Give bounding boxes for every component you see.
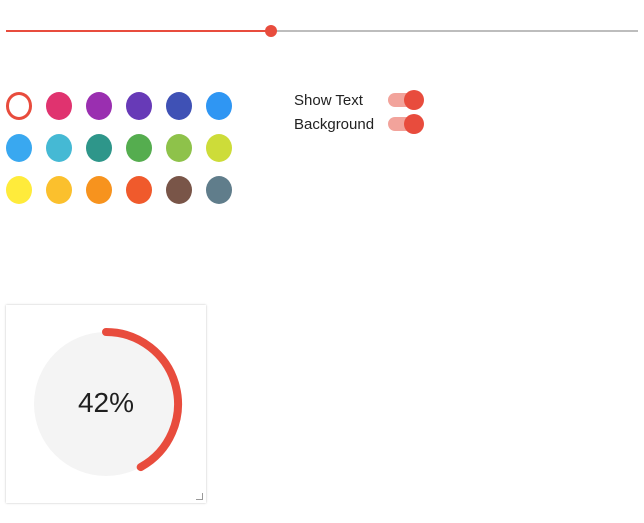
color-swatch[interactable] — [6, 92, 33, 120]
app-root: Show Text Background 42% — [0, 0, 644, 523]
show-text-toggle[interactable] — [388, 90, 424, 110]
background-label: Background — [294, 115, 375, 133]
progress-widget: 42% — [6, 305, 206, 503]
palette-row — [6, 176, 246, 204]
color-swatch[interactable] — [6, 134, 32, 162]
color-swatch[interactable] — [126, 92, 153, 120]
color-swatch[interactable] — [206, 92, 232, 120]
options-panel: Show Text Background — [294, 88, 444, 136]
toggle-knob — [404, 90, 424, 110]
show-text-label: Show Text — [294, 91, 363, 109]
color-swatch[interactable] — [166, 92, 193, 120]
progress-label: 42% — [77, 387, 135, 418]
color-swatch[interactable] — [86, 176, 112, 204]
color-swatch[interactable] — [126, 176, 152, 204]
slider-fill — [6, 30, 272, 32]
palette-row — [6, 92, 246, 120]
color-swatch[interactable] — [6, 176, 32, 204]
color-swatch[interactable] — [46, 176, 72, 204]
color-swatch[interactable] — [166, 176, 192, 204]
color-swatch[interactable] — [86, 134, 112, 162]
background-toggle[interactable] — [388, 114, 424, 134]
palette-row — [6, 134, 246, 162]
color-swatch[interactable] — [126, 134, 152, 162]
resize-handle[interactable] — [196, 493, 203, 500]
color-swatch[interactable] — [46, 134, 72, 162]
color-swatch[interactable] — [86, 92, 113, 120]
slider-thumb[interactable] — [265, 25, 278, 37]
show-text-option: Show Text — [294, 88, 444, 112]
color-swatch[interactable] — [46, 92, 73, 120]
color-palette — [6, 92, 246, 218]
toggle-knob — [404, 114, 424, 134]
color-swatch[interactable] — [166, 134, 192, 162]
progress-slider[interactable] — [6, 22, 638, 40]
background-option: Background — [294, 112, 444, 136]
color-swatch[interactable] — [206, 134, 232, 162]
color-swatch[interactable] — [206, 176, 232, 204]
